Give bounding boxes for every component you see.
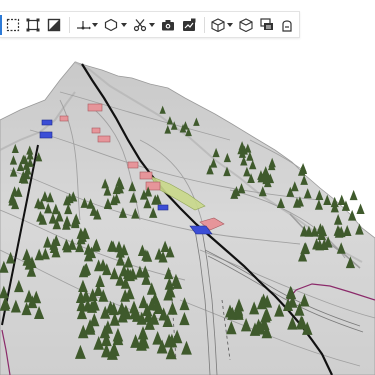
select-nodes-button[interactable] [24,15,41,35]
box-outline-icon [239,17,253,32]
axes-icon [76,20,91,29]
chevron-down-icon [148,22,155,27]
axes-menu-caret[interactable] [92,15,99,35]
terrain-scene[interactable] [0,0,375,375]
view-cube-button[interactable] [209,15,226,35]
cut-button[interactable] [131,15,148,35]
dashed-rectangle-icon [6,18,19,31]
export-image-icon [182,18,196,31]
layers-icon [260,17,273,30]
3d-viewport[interactable] [0,0,375,375]
axes-button[interactable] [74,15,91,35]
scissors-icon [133,18,146,31]
main-toolbar [0,11,300,38]
cut-menu-caret[interactable] [148,15,155,35]
screenshot-button[interactable] [159,15,176,35]
toolbar-separator [204,16,206,33]
hexagon-icon [105,18,118,31]
node-square-icon [26,18,40,31]
diagonal-square-icon [47,18,60,31]
polygon-menu-caret[interactable] [120,15,127,35]
lock-icon [282,19,292,32]
lock-button[interactable] [279,15,296,35]
polygon-button[interactable] [103,15,120,35]
select-rectangle-button[interactable] [4,15,21,35]
toolbar-separator [69,16,71,33]
view-cube-menu-caret[interactable] [227,15,234,35]
orthographic-button[interactable] [45,15,62,35]
chevron-down-icon [92,22,99,27]
cube-icon [211,17,225,32]
view-box-button[interactable] [238,15,255,35]
chevron-down-icon [120,22,127,27]
layers-button[interactable] [258,15,275,35]
chevron-down-icon [227,22,234,27]
active-tool-indicator [0,15,2,35]
camera-icon [162,19,175,30]
export-image-button[interactable] [180,15,197,35]
